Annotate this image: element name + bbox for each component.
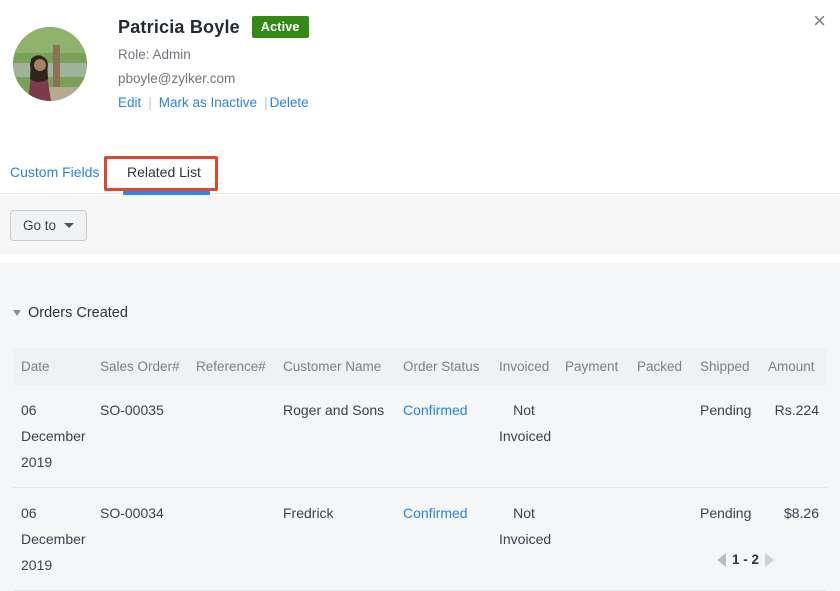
cell-customer: Fredrick <box>275 488 395 591</box>
mark-inactive-link[interactable]: Mark as Inactive <box>159 95 257 110</box>
order-status-link[interactable]: Confirmed <box>403 402 468 418</box>
avatar <box>13 27 87 101</box>
chevron-down-icon <box>64 223 74 228</box>
tab-related-list[interactable]: Related List <box>127 164 201 180</box>
order-status-link[interactable]: Confirmed <box>403 505 468 521</box>
col-reference: Reference# <box>188 348 275 385</box>
cell-date: 06 December 2019 <box>13 488 92 591</box>
delete-link[interactable]: Delete <box>270 95 309 110</box>
pagination-label: 1 - 2 <box>732 552 759 567</box>
user-role: Role: Admin <box>118 47 309 62</box>
cell-packed <box>629 385 692 488</box>
cell-payment <box>557 488 629 591</box>
toolbar-band: Go to <box>0 195 840 254</box>
collapse-triangle-icon <box>13 310 21 316</box>
user-name: Patricia Boyle <box>118 17 240 38</box>
action-separator: | <box>264 95 268 110</box>
next-page-icon[interactable] <box>765 553 774 567</box>
cell-order-status: Confirmed <box>395 488 491 591</box>
edit-link[interactable]: Edit <box>118 95 141 110</box>
prev-page-icon[interactable] <box>717 553 726 567</box>
cell-reference <box>188 488 275 591</box>
cell-sales-order: SO-00035 <box>92 385 188 488</box>
go-to-button[interactable]: Go to <box>10 210 87 241</box>
orders-created-header[interactable]: Orders Created <box>0 262 840 321</box>
cell-shipped: Pending <box>692 488 760 591</box>
col-sales-order: Sales Order# <box>92 348 188 385</box>
close-icon[interactable]: × <box>813 10 826 32</box>
cell-invoiced: Not Invoiced <box>491 488 557 591</box>
cell-reference <box>188 385 275 488</box>
cell-amount: $8.26 <box>760 488 827 591</box>
profile-info: Patricia Boyle Active Role: Admin pboyle… <box>118 16 309 110</box>
table-header-row: Date Sales Order# Reference# Customer Na… <box>13 348 827 385</box>
cell-sales-order: SO-00034 <box>92 488 188 591</box>
cell-payment <box>557 385 629 488</box>
related-list-section: Orders Created Date Sales Order# Referen… <box>0 262 840 591</box>
table-row: 06 December 2019 SO-00034 Fredrick Confi… <box>13 488 827 591</box>
orders-table: Date Sales Order# Reference# Customer Na… <box>13 348 827 591</box>
action-separator: | <box>148 95 152 110</box>
col-customer-name: Customer Name <box>275 348 395 385</box>
tab-custom-fields[interactable]: Custom Fields <box>10 164 99 180</box>
section-title-label: Orders Created <box>28 305 128 321</box>
pagination: 1 - 2 <box>717 552 774 567</box>
table-row: 06 December 2019 SO-00035 Roger and Sons… <box>13 385 827 488</box>
col-packed: Packed <box>629 348 692 385</box>
profile-actions: Edit | Mark as Inactive | Delete <box>118 95 309 110</box>
cell-customer: Roger and Sons <box>275 385 395 488</box>
col-date: Date <box>13 348 92 385</box>
user-detail-panel: × Patric <box>0 0 840 591</box>
cell-date: 06 December 2019 <box>13 385 92 488</box>
cell-packed <box>629 488 692 591</box>
col-invoiced: Invoiced <box>491 348 557 385</box>
col-order-status: Order Status <box>395 348 491 385</box>
tab-bar: Custom Fields Related List <box>0 155 840 194</box>
cell-shipped: Pending <box>692 385 760 488</box>
profile-header: × Patric <box>0 0 840 155</box>
user-email: pboyle@zylker.com <box>118 71 309 86</box>
col-shipped: Shipped <box>692 348 760 385</box>
col-amount: Amount <box>760 348 827 385</box>
cell-amount: Rs.224 <box>760 385 827 488</box>
go-to-label: Go to <box>23 218 56 233</box>
col-payment: Payment <box>557 348 629 385</box>
cell-invoiced: Not Invoiced <box>491 385 557 488</box>
status-badge: Active <box>252 16 309 38</box>
cell-order-status: Confirmed <box>395 385 491 488</box>
